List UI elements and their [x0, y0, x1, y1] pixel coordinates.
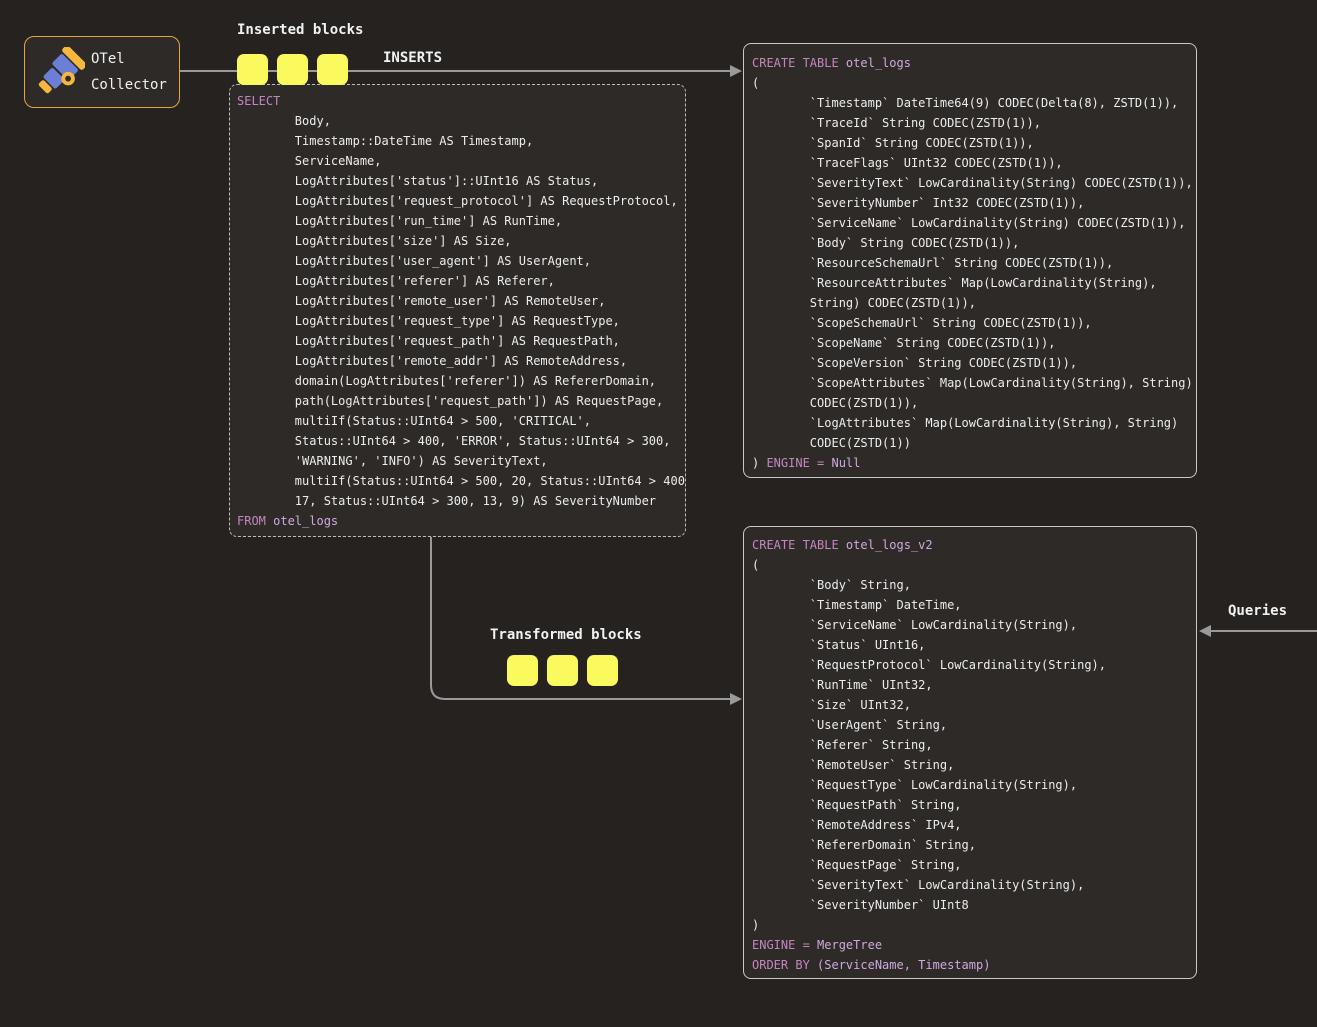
code-line: `RefererDomain` String, [752, 835, 1196, 855]
inserted-block [237, 54, 268, 85]
code-line: `Body` String CODEC(ZSTD(1)), [752, 233, 1196, 253]
code-line: `RequestPage` String, [752, 855, 1196, 875]
transformed-block [547, 655, 578, 686]
code-line: 17, Status::UInt64 > 300, 13, 9) AS Seve… [237, 491, 685, 511]
code-line: `RunTime` UInt32, [752, 675, 1196, 695]
code-line: `RequestPath` String, [752, 795, 1196, 815]
code-line: `ScopeName` String CODEC(ZSTD(1)), [752, 333, 1196, 353]
code-line: 'WARNING', 'INFO') AS SeverityText, [237, 451, 685, 471]
code-line: LogAttributes['remote_user'] AS RemoteUs… [237, 291, 685, 311]
transformed-blocks-label: Transformed blocks [490, 627, 642, 643]
code-line: `ScopeSchemaUrl` String CODEC(ZSTD(1)), [752, 313, 1196, 333]
inserts-arrowhead [730, 65, 742, 77]
code-line: `ServiceName` LowCardinality(String), [752, 615, 1196, 635]
code-line: LogAttributes['request_protocol'] AS Req… [237, 191, 685, 211]
code-line: ( [752, 555, 1196, 575]
code-line: `SpanId` String CODEC(ZSTD(1)), [752, 133, 1196, 153]
code-line: CODEC(ZSTD(1)) [752, 433, 1196, 453]
code-line: ( [752, 73, 1196, 93]
create-table-otel-logs-panel: CREATE TABLE otel_logs( `Timestamp` Date… [743, 43, 1197, 478]
diagram-canvas: OTel Collector Inserted blocks INSERTS T… [0, 0, 1317, 1027]
code-line: `Referer` String, [752, 735, 1196, 755]
code-line: `Body` String, [752, 575, 1196, 595]
code-line: LogAttributes['referer'] AS Referer, [237, 271, 685, 291]
code-line: LogAttributes['run_time'] AS RunTime, [237, 211, 685, 231]
transform-arrow-line [431, 537, 730, 699]
code-line: CODEC(ZSTD(1)), [752, 393, 1196, 413]
inserted-block [277, 54, 308, 85]
code-line: ) [752, 915, 1196, 935]
create-table-otel-logs-v2-panel: CREATE TABLE otel_logs_v2( `Body` String… [743, 526, 1197, 979]
code-line: LogAttributes['user_agent'] AS UserAgent… [237, 251, 685, 271]
queries-arrowhead [1199, 625, 1211, 637]
code-line: LogAttributes['remote_addr'] AS RemoteAd… [237, 351, 685, 371]
code-line: LogAttributes['request_type'] AS Request… [237, 311, 685, 331]
code-line: `ResourceSchemaUrl` String CODEC(ZSTD(1)… [752, 253, 1196, 273]
code-line: `SeverityNumber` Int32 CODEC(ZSTD(1)), [752, 193, 1196, 213]
code-line: ) ENGINE = Null [752, 453, 1196, 473]
code-line: ServiceName, [237, 151, 685, 171]
code-line: ORDER BY (ServiceName, Timestamp) [752, 955, 1196, 975]
queries-label: Queries [1228, 603, 1287, 619]
code-line: FROM otel_logs [237, 511, 685, 531]
transform-arrowhead [730, 693, 742, 705]
inserted-blocks-label: Inserted blocks [237, 22, 363, 38]
code-line: `SeverityText` LowCardinality(String), [752, 875, 1196, 895]
code-line: Timestamp::DateTime AS Timestamp, [237, 131, 685, 151]
code-line: CREATE TABLE otel_logs_v2 [752, 535, 1196, 555]
code-line: LogAttributes['status']::UInt16 AS Statu… [237, 171, 685, 191]
code-line: `UserAgent` String, [752, 715, 1196, 735]
telescope-icon [35, 47, 85, 97]
code-line: ENGINE = MergeTree [752, 935, 1196, 955]
inserts-label: INSERTS [383, 50, 442, 66]
code-line: multiIf(Status::UInt64 > 500, 20, Status… [237, 471, 685, 491]
code-line: LogAttributes['request_path'] AS Request… [237, 331, 685, 351]
otel-collector-title-line2: Collector [91, 72, 167, 98]
code-line: `LogAttributes` Map(LowCardinality(Strin… [752, 413, 1196, 433]
code-line: `SeverityText` LowCardinality(String) CO… [752, 173, 1196, 193]
transformed-block [587, 655, 618, 686]
code-line: `TraceId` String CODEC(ZSTD(1)), [752, 113, 1196, 133]
code-line: `TraceFlags` UInt32 CODEC(ZSTD(1)), [752, 153, 1196, 173]
code-line: `RemoteUser` String, [752, 755, 1196, 775]
code-line: CREATE TABLE otel_logs [752, 53, 1196, 73]
select-query-panel: SELECT Body, Timestamp::DateTime AS Time… [229, 84, 686, 537]
code-line: multiIf(Status::UInt64 > 500, 'CRITICAL'… [237, 411, 685, 431]
code-line: `ScopeVersion` String CODEC(ZSTD(1)), [752, 353, 1196, 373]
code-line: `RequestProtocol` LowCardinality(String)… [752, 655, 1196, 675]
otel-collector-node: OTel Collector [24, 36, 180, 108]
otel-collector-title-line1: OTel [91, 46, 167, 72]
code-line: `Timestamp` DateTime64(9) CODEC(Delta(8)… [752, 93, 1196, 113]
code-line: Status::UInt64 > 400, 'ERROR', Status::U… [237, 431, 685, 451]
code-line: `ServiceName` LowCardinality(String) COD… [752, 213, 1196, 233]
code-line: Body, [237, 111, 685, 131]
code-line: String) CODEC(ZSTD(1)), [752, 293, 1196, 313]
code-line: LogAttributes['size'] AS Size, [237, 231, 685, 251]
code-line: `Status` UInt16, [752, 635, 1196, 655]
code-line: `SeverityNumber` UInt8 [752, 895, 1196, 915]
code-line: SELECT [237, 91, 685, 111]
code-line: `RemoteAddress` IPv4, [752, 815, 1196, 835]
code-line: `ResourceAttributes` Map(LowCardinality(… [752, 273, 1196, 293]
inserted-block [317, 54, 348, 85]
code-line: path(LogAttributes['request_path']) AS R… [237, 391, 685, 411]
code-line: `Timestamp` DateTime, [752, 595, 1196, 615]
code-line: `Size` UInt32, [752, 695, 1196, 715]
code-line: domain(LogAttributes['referer']) AS Refe… [237, 371, 685, 391]
code-line: `ScopeAttributes` Map(LowCardinality(Str… [752, 373, 1196, 393]
transformed-block [507, 655, 538, 686]
code-line: `RequestType` LowCardinality(String), [752, 775, 1196, 795]
